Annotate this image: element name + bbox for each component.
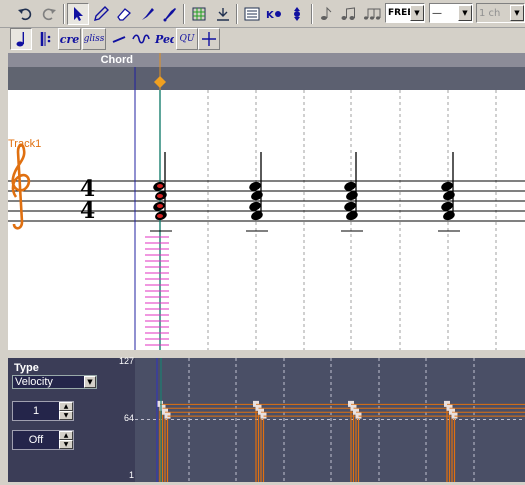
staff-graphics: 4 4 [8,90,525,350]
quarter-note-icon [16,32,24,47]
note-button-2[interactable] [338,3,360,25]
redo-button[interactable] [38,3,60,25]
svg-text:K: K [266,10,275,21]
quantize-icon [217,8,229,21]
free-mode-select[interactable]: FREE ▼ [385,3,425,23]
chevron-down-icon: ▼ [410,5,424,21]
mode-spinner[interactable]: Off ▲ ▼ [12,430,74,450]
crosshair-icon [202,32,216,46]
score-area[interactable]: Track1 4 4 [8,90,525,350]
spin-down-icon[interactable]: ▼ [59,411,73,420]
main-toolbar: K FREE ▼ — ▼ 1 ch ▼ [0,0,525,28]
toolbar-separator [311,4,313,24]
gliss-label: gliss [83,34,105,44]
time-signature-bottom: 4 [80,198,95,224]
velocity-handle [260,412,267,419]
channel-value: 1 ch [479,7,501,19]
navigate-button[interactable] [286,3,308,25]
velocity-axis-mid: 64 [123,413,134,423]
score-editor-window: K FREE ▼ — ▼ 1 ch ▼ [0,0,525,482]
eighth-note-icon [321,6,332,20]
type-select[interactable]: Velocity ▼ [12,375,97,389]
chevron-down-icon: ▼ [84,376,96,388]
selected-note-mark [157,184,163,188]
toolbar-separator [236,4,238,24]
velocity-handle [164,412,171,419]
arrow-icon [74,7,83,21]
list-icon [244,7,260,21]
crosshair-button[interactable] [198,28,220,50]
line-style-select[interactable]: — ▼ [429,3,473,23]
pedal-icon: Ped [154,33,174,46]
type-value: Velocity [15,376,53,388]
chord-ruler[interactable]: Chord 1 [8,53,525,90]
repeat-icon [40,32,51,46]
marker-tool[interactable] [159,3,181,25]
velocity-axis-max: 127 [118,356,134,366]
selected-note-mark [157,214,163,218]
grid-button[interactable] [188,3,210,25]
qu-label: QU [179,34,195,44]
cresc-button[interactable]: cre [58,28,81,50]
grid-icon [192,7,206,21]
chevron-down-icon: ▼ [458,5,472,21]
channel-spinner-value: 1 [32,405,40,417]
slur-button[interactable] [108,28,130,50]
navigate-icon [294,7,300,21]
pedal-button[interactable]: Ped [153,28,175,50]
brush-icon [142,8,154,20]
pencil-icon [94,6,109,21]
redo-icon [42,8,56,21]
qu-button[interactable]: QU [176,28,198,50]
selected-note-mark [157,204,163,208]
trill-icon [132,34,150,44]
beamed-notes-icon [341,7,355,20]
line-style-value: — [432,7,442,19]
velocity-handle [451,412,458,419]
treble-clef-icon [11,143,31,230]
velocity-grid[interactable] [135,358,525,482]
spin-up-icon[interactable]: ▲ [59,431,73,440]
note-button-1[interactable] [315,3,337,25]
note-input-button[interactable] [10,28,32,50]
toolbar-separator [183,4,185,24]
cresc-label: cre [59,32,80,46]
toolbar-separator [63,4,65,24]
slur-icon [112,36,126,43]
ruler-graphics [134,53,525,90]
step-record-icon: K [266,10,281,21]
undo-icon [18,8,32,21]
type-label: Type [14,362,39,374]
trill-button[interactable] [130,28,152,50]
mode-spinner-value: Off [28,434,44,446]
spin-down-icon[interactable]: ▼ [59,440,73,449]
eraser-icon [117,8,131,21]
brush-tool[interactable] [137,3,159,25]
svg-text:Ped: Ped [154,33,174,46]
quantize-button[interactable] [212,3,234,25]
selected-note-mark [157,194,163,198]
triplet-notes-icon [364,8,381,20]
repeat-button[interactable] [35,28,57,50]
channel-spinner[interactable]: 1 ▲ ▼ [12,401,74,421]
gliss-button[interactable]: gliss [82,28,106,50]
velocity-graphics [135,358,525,482]
velocity-editor: Type Velocity ▼ 1 ▲ ▼ Off ▲ ▼ 127 64 1 [0,350,525,482]
note-button-3[interactable] [361,3,383,25]
pencil-tool[interactable] [90,3,112,25]
articulation-toolbar: cre gliss Ped QU [0,28,525,52]
eraser-tool[interactable] [113,3,135,25]
marker-icon [163,8,176,22]
select-tool[interactable] [67,3,89,25]
free-mode-value: FREE [388,8,410,18]
list-button[interactable] [241,3,263,25]
chevron-down-icon: ▼ [510,5,524,21]
velocity-axis-min: 1 [128,470,134,480]
undo-button[interactable] [14,3,36,25]
spin-up-icon[interactable]: ▲ [59,402,73,411]
step-record-button[interactable]: K [263,3,285,25]
channel-select[interactable]: 1 ch ▼ [476,3,525,23]
velocity-handle [355,412,362,419]
